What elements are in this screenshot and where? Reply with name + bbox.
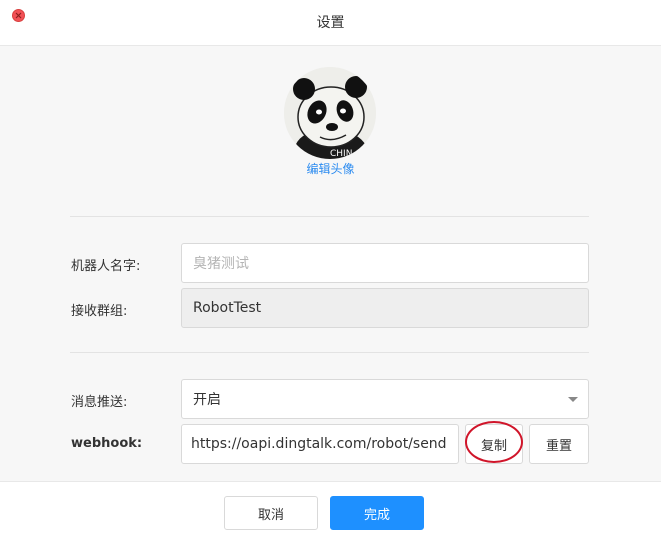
settings-panel: CHIN 编辑头像 机器人名字: 臭猪测试 接收群组: RobotTest 消息… [0, 46, 661, 481]
window-title: 设置 [316, 15, 345, 31]
push-select-value: 开启 [193, 392, 221, 408]
avatar-shirt-text: CHIN [330, 149, 352, 159]
title-bar: 设置 [0, 0, 661, 46]
footer-bar: 取消 完成 [0, 481, 661, 538]
divider [70, 216, 589, 217]
push-label: 消息推送: [71, 395, 128, 410]
copy-button[interactable]: 复制 [465, 424, 523, 464]
webhook-label: webhook: [71, 436, 143, 451]
robot-name-input[interactable]: 臭猪测试 [181, 243, 589, 283]
cancel-button[interactable]: 取消 [224, 496, 318, 530]
panda-avatar-image: CHIN [284, 67, 376, 159]
divider [70, 352, 589, 353]
done-button[interactable]: 完成 [330, 496, 424, 530]
push-select[interactable]: 开启 [181, 379, 589, 419]
robot-name-label: 机器人名字: [71, 259, 141, 274]
avatar[interactable]: CHIN [284, 67, 376, 159]
reset-button[interactable]: 重置 [529, 424, 589, 464]
receive-group-field: RobotTest [181, 288, 589, 328]
chevron-down-icon [568, 396, 578, 402]
webhook-url-field[interactable]: https://oapi.dingtalk.com/robot/send [181, 424, 459, 464]
receive-group-label: 接收群组: [71, 304, 128, 319]
edit-avatar-link[interactable]: 编辑头像 [0, 160, 661, 177]
